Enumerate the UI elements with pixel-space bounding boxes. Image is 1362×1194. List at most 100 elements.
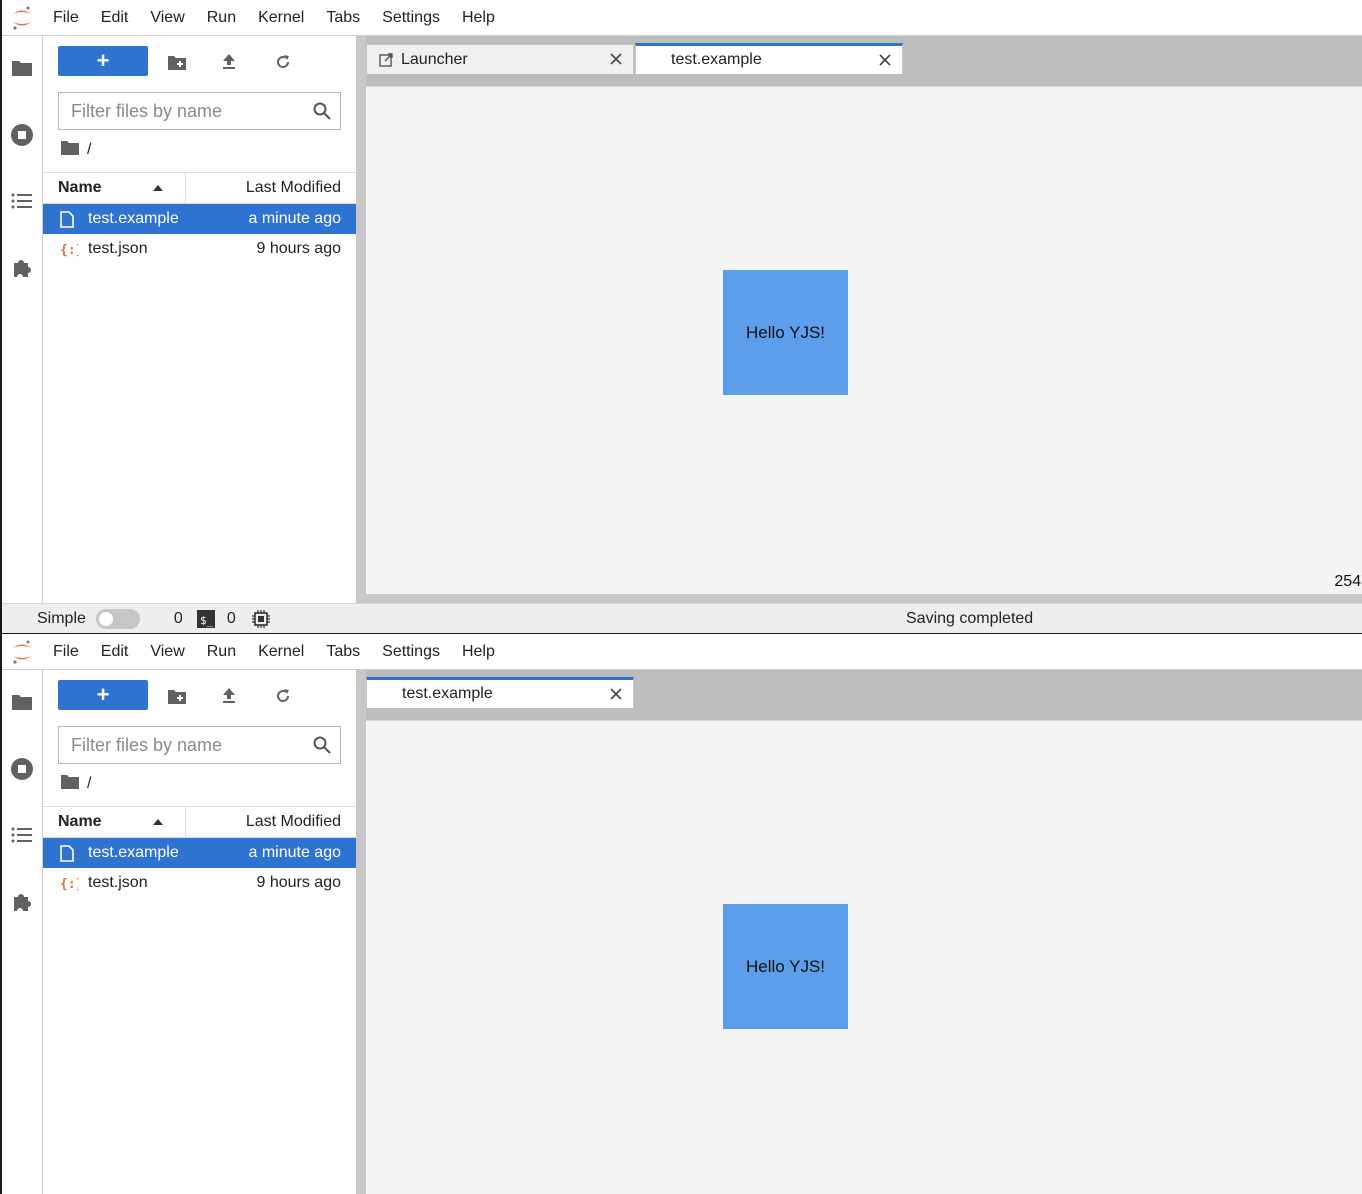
terminal-icon: $_ xyxy=(196,609,215,628)
menu-file[interactable]: File xyxy=(42,634,90,670)
file-filter xyxy=(58,92,341,130)
menu-bar: File Edit View Run Kernel Tabs Settings … xyxy=(2,0,1362,36)
jupyter-logo-icon[interactable] xyxy=(2,634,42,670)
file-row-test-example[interactable]: test.example a minute ago xyxy=(43,204,356,234)
scrollbar[interactable] xyxy=(366,594,1362,603)
column-name-header[interactable]: Name xyxy=(43,173,186,203)
panel-splitter[interactable] xyxy=(356,36,366,603)
close-icon[interactable] xyxy=(878,53,892,67)
file-row-test-json[interactable]: {:} test.json 9 hours ago xyxy=(43,868,356,898)
menu-view[interactable]: View xyxy=(139,0,195,36)
breadcrumb: / xyxy=(61,140,91,160)
menu-tabs[interactable]: Tabs xyxy=(315,0,371,36)
close-icon[interactable] xyxy=(609,687,623,701)
menu-bar: File Edit View Run Kernel Tabs Settings … xyxy=(2,634,1362,670)
refresh-icon[interactable] xyxy=(271,684,295,708)
home-folder-icon[interactable] xyxy=(61,774,79,794)
extension-puzzle-icon[interactable] xyxy=(2,251,42,285)
column-name-label: Name xyxy=(58,813,102,830)
terminal-count[interactable]: 0 xyxy=(227,610,236,628)
file-filter xyxy=(58,726,341,764)
menu-kernel[interactable]: Kernel xyxy=(247,0,315,36)
table-of-contents-icon[interactable] xyxy=(2,184,42,218)
json-icon: {:} xyxy=(60,875,88,891)
folder-icon[interactable] xyxy=(2,685,42,719)
kernel-count[interactable]: 0 xyxy=(174,610,183,628)
tab-label: Launcher xyxy=(401,50,468,68)
running-sessions-icon[interactable] xyxy=(2,118,42,152)
simple-mode-toggle[interactable] xyxy=(95,608,140,629)
file-list-header: Name Last Modified xyxy=(43,806,356,838)
menu-kernel[interactable]: Kernel xyxy=(247,634,315,670)
panel-splitter[interactable] xyxy=(356,670,366,1194)
tab-test-example[interactable]: test.example xyxy=(366,677,634,708)
svg-text:{:}: {:} xyxy=(60,243,78,257)
file-icon xyxy=(60,210,88,228)
file-row-test-json[interactable]: {:} test.json 9 hours ago xyxy=(43,234,356,264)
file-browser: + / Name Last Modified test.example a mi xyxy=(43,36,356,633)
activity-bar xyxy=(2,670,43,1194)
column-name-header[interactable]: Name xyxy=(43,807,186,837)
folder-icon[interactable] xyxy=(2,51,42,85)
svg-text:{:}: {:} xyxy=(60,877,78,891)
cpu-icon xyxy=(251,609,270,628)
new-folder-icon[interactable] xyxy=(165,684,189,708)
table-of-contents-icon[interactable] xyxy=(2,818,42,852)
column-modified-label: Last Modified xyxy=(245,813,341,830)
menu-help[interactable]: Help xyxy=(451,634,506,670)
breadcrumb-root[interactable]: / xyxy=(87,775,91,793)
column-modified-header[interactable]: Last Modified xyxy=(186,807,356,837)
file-row-test-example[interactable]: test.example a minute ago xyxy=(43,838,356,868)
refresh-icon[interactable] xyxy=(271,50,295,74)
menu-view[interactable]: View xyxy=(139,634,195,670)
document-area: Hello YJS! xyxy=(366,720,1362,1194)
launcher-icon xyxy=(379,52,393,67)
file-list-header: Name Last Modified xyxy=(43,172,356,204)
new-launcher-button[interactable]: + xyxy=(58,46,148,76)
menu-help[interactable]: Help xyxy=(451,0,506,36)
home-folder-icon[interactable] xyxy=(61,140,79,160)
hello-box[interactable]: Hello YJS! xyxy=(723,904,848,1029)
menu-settings[interactable]: Settings xyxy=(371,634,451,670)
upload-icon[interactable] xyxy=(217,50,241,74)
menu-edit[interactable]: Edit xyxy=(90,0,140,36)
breadcrumb-root[interactable]: / xyxy=(87,141,91,159)
tab-label: test.example xyxy=(402,685,493,702)
upload-icon[interactable] xyxy=(217,684,241,708)
tab-test-example[interactable]: test.example xyxy=(635,43,903,74)
filter-files-input[interactable] xyxy=(59,727,299,763)
jupyter-logo-icon[interactable] xyxy=(2,0,42,36)
file-modified: a minute ago xyxy=(248,210,341,227)
document-area: Hello YJS! 2547 xyxy=(366,86,1362,603)
tab-label: test.example xyxy=(671,51,762,68)
file-modified: 9 hours ago xyxy=(256,874,341,891)
new-folder-icon[interactable] xyxy=(165,50,189,74)
menu-run[interactable]: Run xyxy=(196,0,247,36)
menu-run[interactable]: Run xyxy=(196,634,247,670)
menu-edit[interactable]: Edit xyxy=(90,634,140,670)
svg-text:$_: $_ xyxy=(200,614,214,627)
file-name: test.example xyxy=(88,210,179,227)
activity-bar xyxy=(2,36,43,633)
file-name: test.json xyxy=(88,874,148,891)
extension-puzzle-icon[interactable] xyxy=(2,885,42,919)
file-modified: a minute ago xyxy=(248,844,341,861)
sort-ascending-icon xyxy=(153,819,163,825)
menu-tabs[interactable]: Tabs xyxy=(315,634,371,670)
status-message: Saving completed xyxy=(906,609,1034,627)
tab-bar: test.example xyxy=(366,670,1362,720)
column-name-label: Name xyxy=(58,179,102,196)
tab-launcher[interactable]: Launcher xyxy=(366,44,634,74)
filter-files-input[interactable] xyxy=(59,93,299,129)
search-icon xyxy=(313,102,331,125)
column-modified-header[interactable]: Last Modified xyxy=(186,173,356,203)
close-icon[interactable] xyxy=(609,52,623,66)
menu-settings[interactable]: Settings xyxy=(371,0,451,36)
new-launcher-button[interactable]: + xyxy=(58,680,148,710)
running-sessions-icon[interactable] xyxy=(2,752,42,786)
hello-box[interactable]: Hello YJS! xyxy=(723,270,848,395)
file-name: test.example xyxy=(88,844,179,861)
search-icon xyxy=(313,736,331,759)
file-browser: + / Name Last Modified test.example a mi xyxy=(43,670,356,1194)
menu-file[interactable]: File xyxy=(42,0,90,36)
